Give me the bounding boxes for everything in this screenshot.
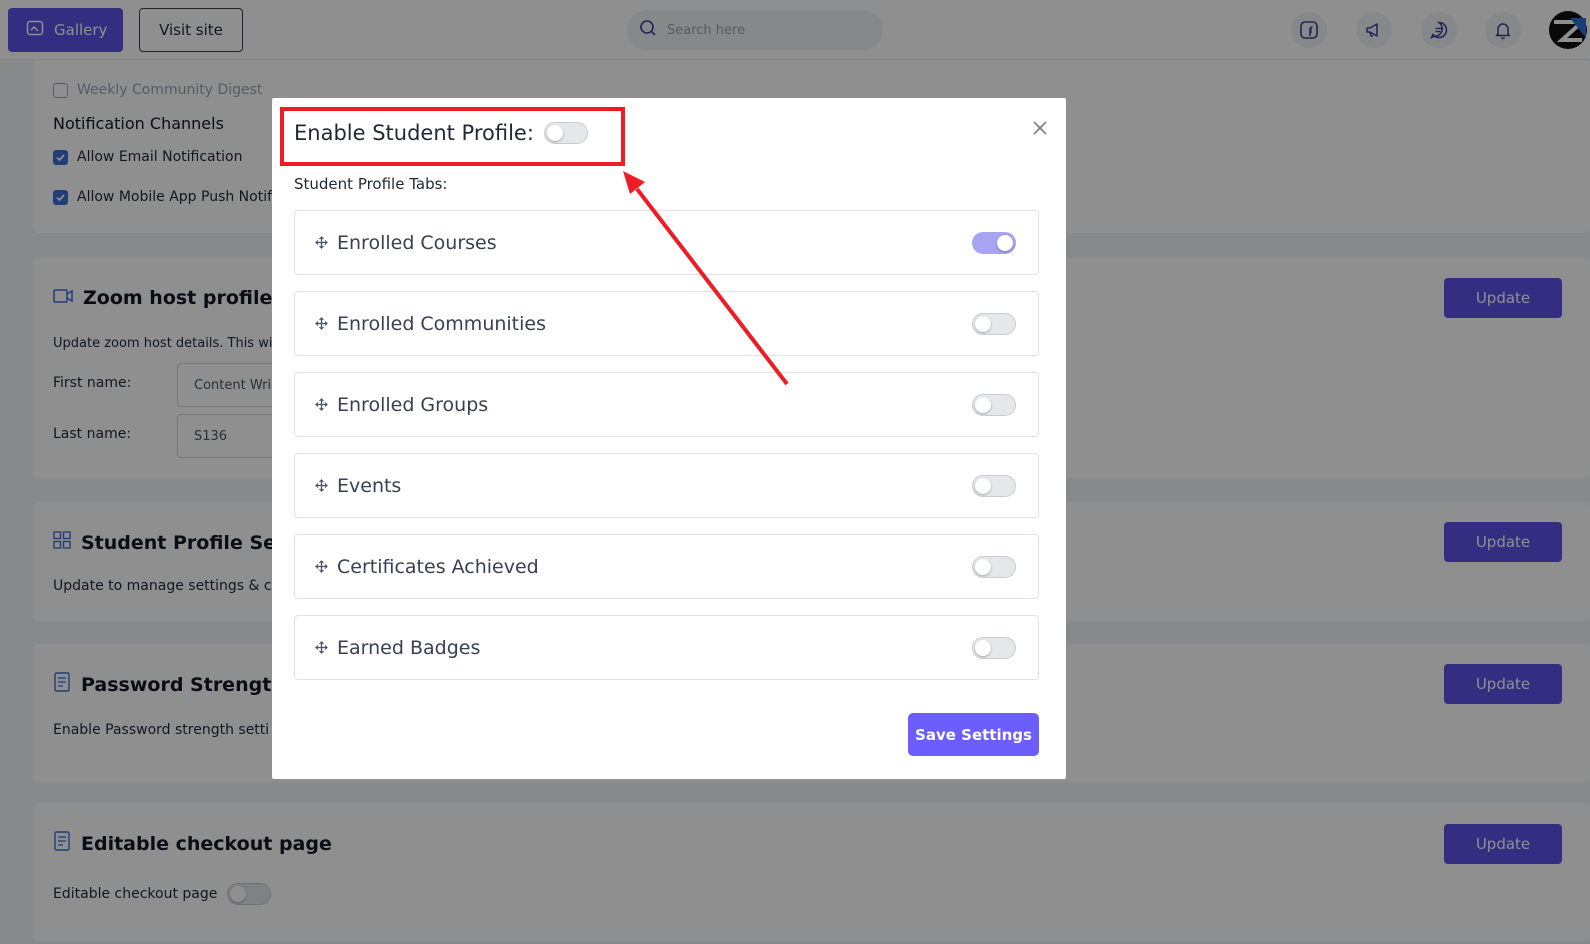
annotation-arrow: [623, 171, 789, 386]
